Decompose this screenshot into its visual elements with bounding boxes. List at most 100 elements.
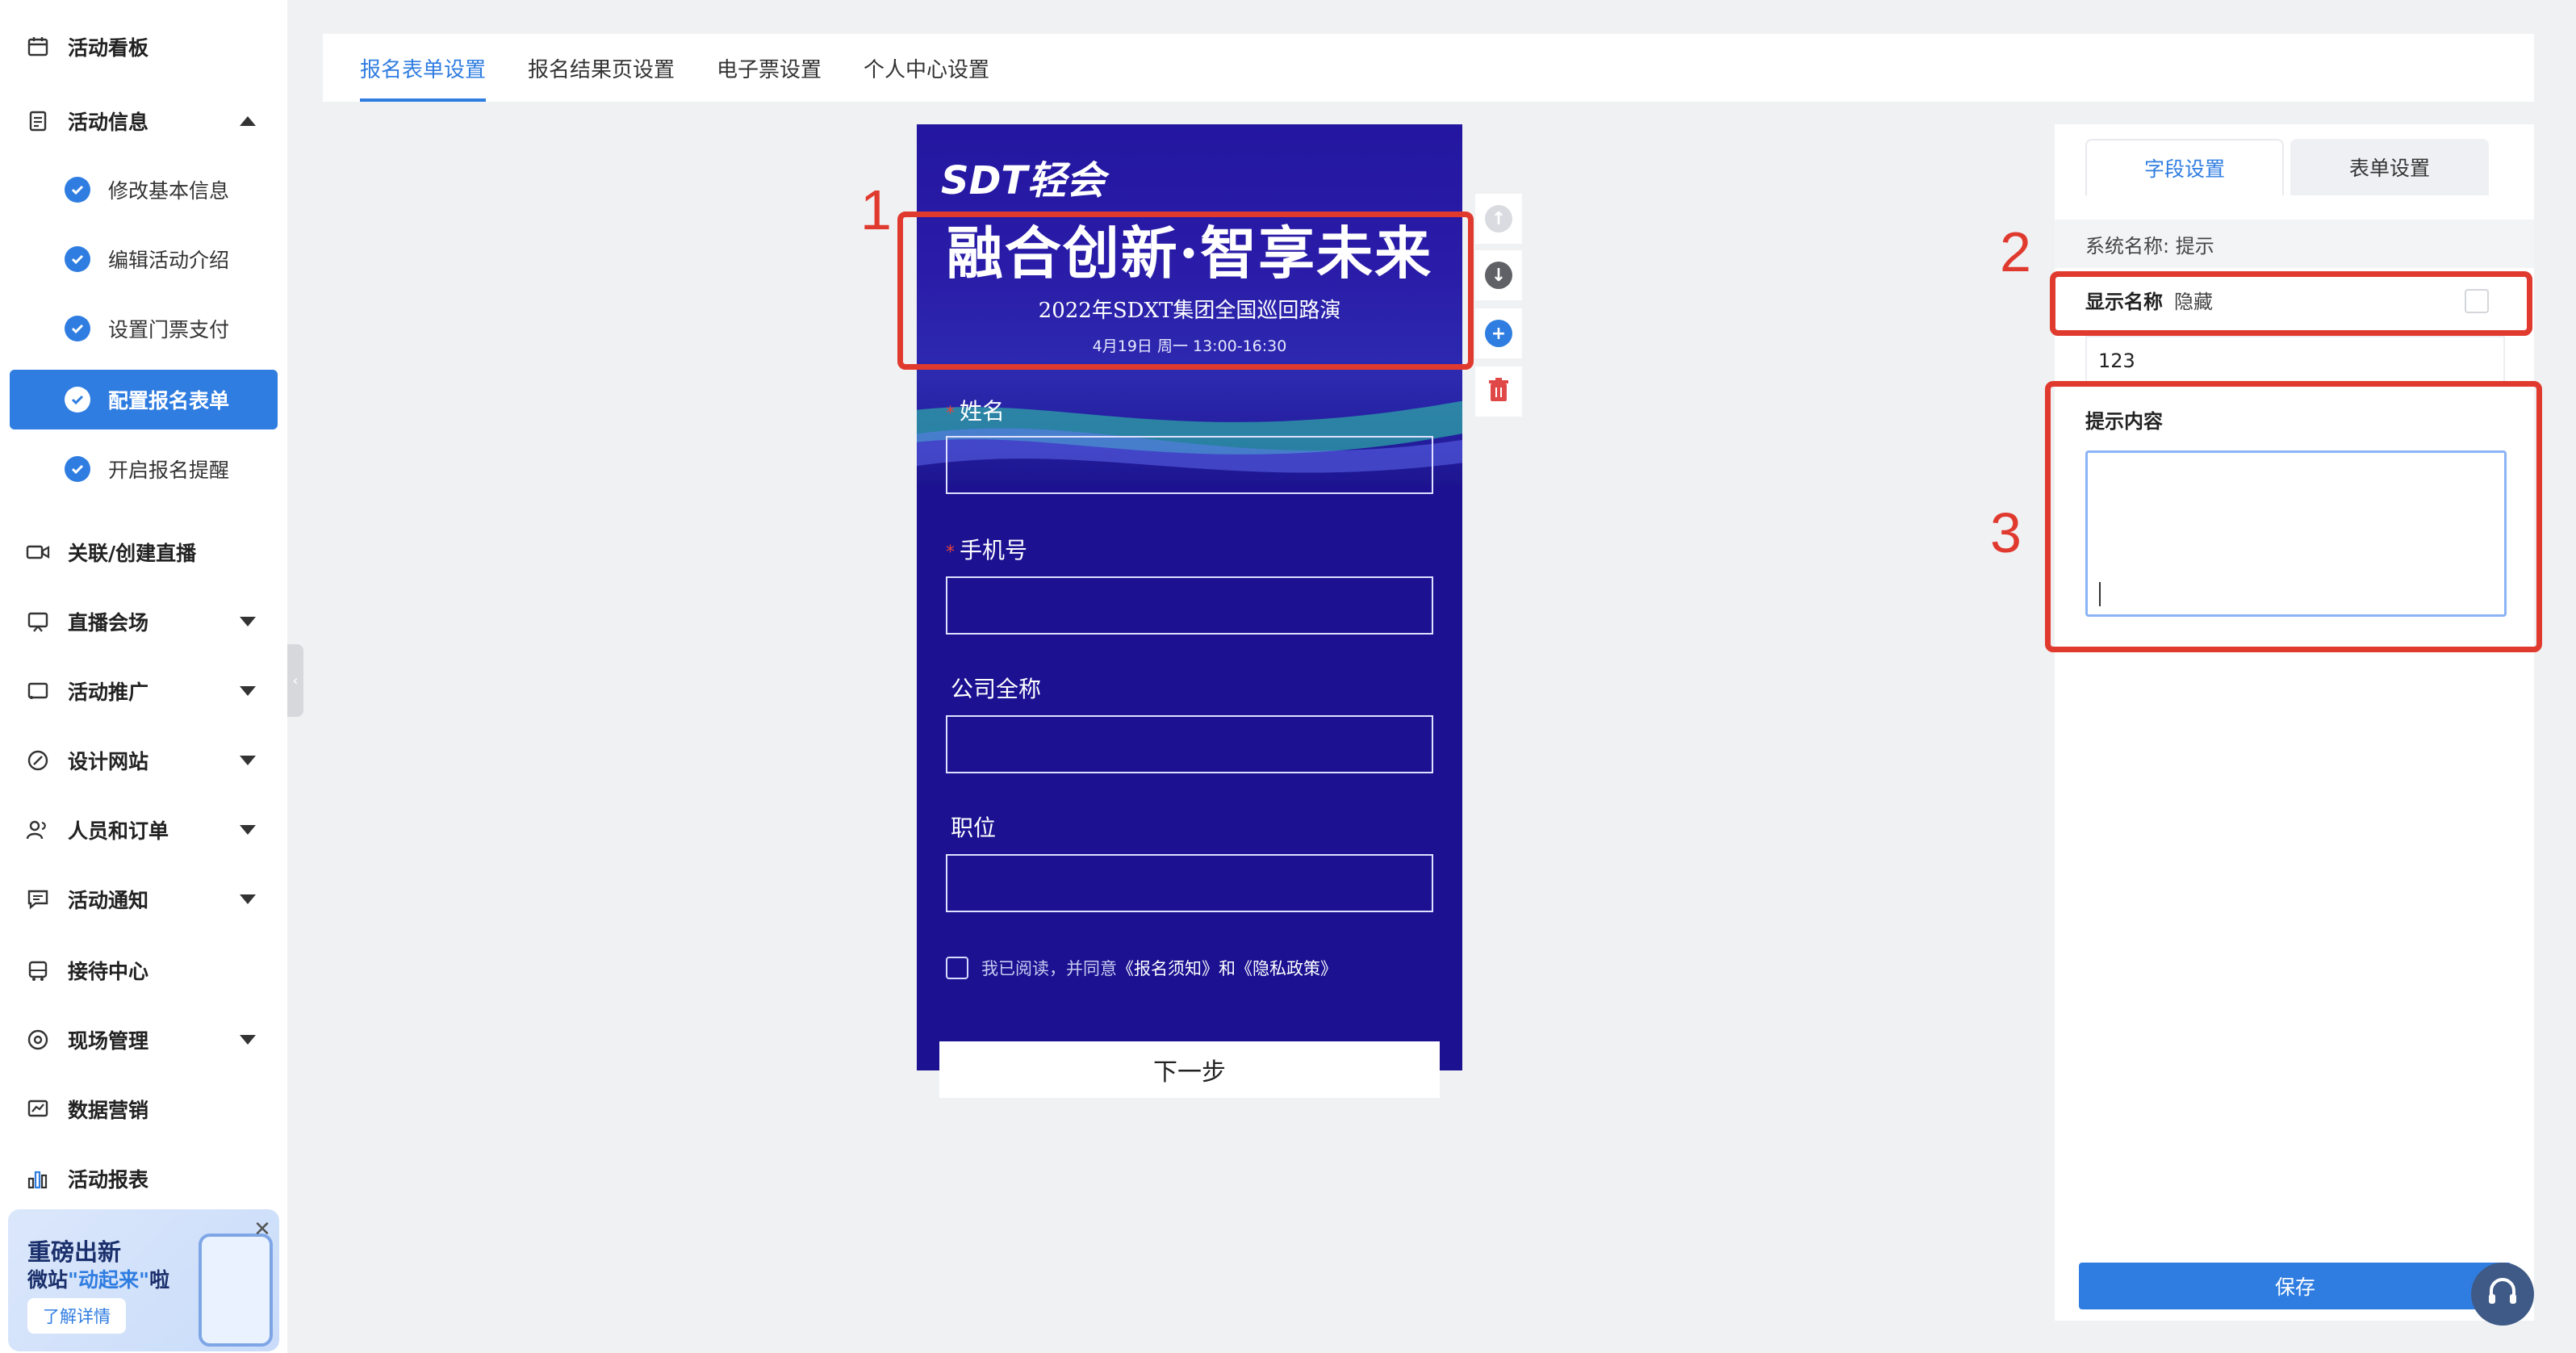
headset-icon <box>2485 1275 2520 1313</box>
sidebar-item-label: 接待中心 <box>68 960 149 983</box>
check-circle-icon <box>65 316 90 341</box>
chevron-down-icon <box>237 819 258 840</box>
system-name: 系统名称: 提示 <box>2055 220 2534 268</box>
annotation-box-3 <box>2045 381 2542 652</box>
check-circle-icon <box>65 456 90 482</box>
sub-item-registration-reminder[interactable]: 开启报名提醒 <box>10 439 278 499</box>
close-icon[interactable]: ✕ <box>250 1217 274 1242</box>
document-icon <box>24 107 52 135</box>
arrow-up-icon: ↑ <box>1485 205 1512 232</box>
sub-item-label: 编辑活动介绍 <box>108 249 230 272</box>
chevron-down-icon <box>237 681 258 702</box>
annotation-number-1: 1 <box>860 178 892 241</box>
sidebar-item-label: 直播会场 <box>68 611 149 635</box>
field-label-phone: * 手机号 <box>946 537 1028 563</box>
move-down-button[interactable]: ↓ <box>1475 250 1522 300</box>
chevron-down-icon <box>237 750 258 771</box>
presentation-icon <box>24 608 52 635</box>
plus-icon: + <box>1485 320 1512 347</box>
phone-input[interactable] <box>946 576 1433 635</box>
sub-item-registration-form[interactable]: 配置报名表单 <box>10 370 278 429</box>
move-up-button[interactable]: ↑ <box>1475 194 1522 244</box>
sidebar-item-reports[interactable]: 活动报表 <box>0 1154 287 1203</box>
trend-icon <box>24 1095 52 1123</box>
promo-banner[interactable]: 重磅出新 微站"动起来"啦 了解详情 ✕ <box>8 1209 279 1351</box>
sub-item-label: 开启报名提醒 <box>108 459 230 482</box>
trash-icon <box>1487 377 1511 406</box>
sidebar-item-label: 活动通知 <box>68 889 149 912</box>
sidebar-item-live-venue[interactable]: 直播会场 <box>0 597 287 646</box>
sidebar-item-design-site[interactable]: 设计网站 <box>0 736 287 785</box>
sidebar-item-promotion[interactable]: 活动推广 <box>0 667 287 715</box>
bus-icon <box>24 957 52 984</box>
agreement-text: 我已阅读，并同意 <box>981 959 1117 978</box>
sidebar-item-label: 设计网站 <box>68 750 149 773</box>
sidebar-item-onsite[interactable]: 现场管理 <box>0 1016 287 1064</box>
name-input[interactable] <box>946 436 1433 494</box>
sub-item-basic-info[interactable]: 修改基本信息 <box>10 160 278 220</box>
agreement-checkbox[interactable] <box>946 957 968 979</box>
sidebar-item-data-marketing[interactable]: 数据营销 <box>0 1085 287 1133</box>
company-input[interactable] <box>946 715 1433 773</box>
chevron-down-icon <box>237 611 258 632</box>
tab-form-settings[interactable]: 表单设置 <box>2290 139 2489 195</box>
sidebar-item-label: 活动报表 <box>68 1168 149 1192</box>
sidebar-item-notifications[interactable]: 活动通知 <box>0 875 287 924</box>
video-icon <box>24 538 52 566</box>
sidebar-item-label: 人员和订单 <box>68 819 169 843</box>
delete-field-button[interactable] <box>1475 367 1522 417</box>
sidebar-collapse-handle[interactable]: ‹ <box>287 644 303 717</box>
cast-icon <box>24 677 52 705</box>
sidebar-item-reception[interactable]: 接待中心 <box>0 946 287 995</box>
sub-item-label: 修改基本信息 <box>108 179 230 203</box>
users-icon <box>24 816 52 844</box>
sidebar-item-activity-info[interactable]: 活动信息 <box>0 97 287 145</box>
tab-e-ticket[interactable]: 电子票设置 <box>717 34 822 102</box>
sub-item-edit-intro[interactable]: 编辑活动介绍 <box>10 229 278 289</box>
chevron-up-icon <box>237 111 258 132</box>
sidebar-item-label: 现场管理 <box>68 1029 149 1053</box>
sidebar-item-dashboard[interactable]: 活动看板 <box>0 23 287 71</box>
compass-icon <box>24 747 52 774</box>
tab-personal-center[interactable]: 个人中心设置 <box>864 34 989 102</box>
sub-item-ticket-payment[interactable]: 设置门票支付 <box>10 299 278 358</box>
tab-registration-form[interactable]: 报名表单设置 <box>360 34 487 102</box>
promo-title: 重磅出新 <box>27 1238 122 1266</box>
tab-field-settings[interactable]: 字段设置 <box>2085 139 2284 195</box>
sidebar-item-live[interactable]: 关联/创建直播 <box>0 528 287 576</box>
field-label-position: 职位 <box>951 815 997 841</box>
message-icon <box>24 886 52 913</box>
calendar-icon <box>24 33 52 61</box>
sidebar: 活动看板 活动信息 修改基本信息 编辑活动介绍 设置门票支付 配置报名表单 开启… <box>0 0 287 1353</box>
save-button[interactable]: 保存 <box>2079 1263 2511 1309</box>
next-step-button[interactable]: 下一步 <box>939 1041 1440 1098</box>
add-field-button[interactable]: + <box>1475 308 1522 358</box>
tab-result-page[interactable]: 报名结果页设置 <box>528 34 675 102</box>
sub-item-label: 配置报名表单 <box>108 389 230 413</box>
field-label-name: * 姓名 <box>946 398 1006 425</box>
sub-item-label: 设置门票支付 <box>108 318 230 341</box>
target-icon <box>24 1026 52 1053</box>
customer-service-button[interactable] <box>2471 1263 2534 1326</box>
annotation-number-2: 2 <box>2000 220 2031 283</box>
promo-subtitle: 微站"动起来"啦 <box>27 1268 170 1292</box>
brand-logo: SDT轻会 <box>941 158 1106 203</box>
check-circle-icon <box>65 387 90 413</box>
promo-learn-more-button[interactable]: 了解详情 <box>27 1298 126 1334</box>
sidebar-item-label: 活动信息 <box>68 111 149 134</box>
check-circle-icon <box>65 246 90 272</box>
annotation-box-2 <box>2050 271 2532 336</box>
agreement-links[interactable]: 《报名须知》和《隐私政策》 <box>1117 956 1337 980</box>
bar-chart-icon <box>24 1165 52 1192</box>
position-input[interactable] <box>946 854 1433 912</box>
sidebar-item-people-orders[interactable]: 人员和订单 <box>0 806 287 854</box>
agreement-row[interactable]: 我已阅读，并同意 《报名须知》和《隐私政策》 <box>946 956 1337 980</box>
annotation-box-1 <box>897 212 1474 370</box>
phone-illustration <box>199 1234 273 1347</box>
display-name-input[interactable]: 123 <box>2085 336 2505 386</box>
sidebar-item-label: 活动看板 <box>68 36 149 60</box>
field-label-company: 公司全称 <box>951 676 1042 702</box>
sidebar-item-label: 关联/创建直播 <box>68 542 197 565</box>
chevron-left-icon: ‹ <box>292 672 299 689</box>
annotation-number-3: 3 <box>1990 501 2022 564</box>
